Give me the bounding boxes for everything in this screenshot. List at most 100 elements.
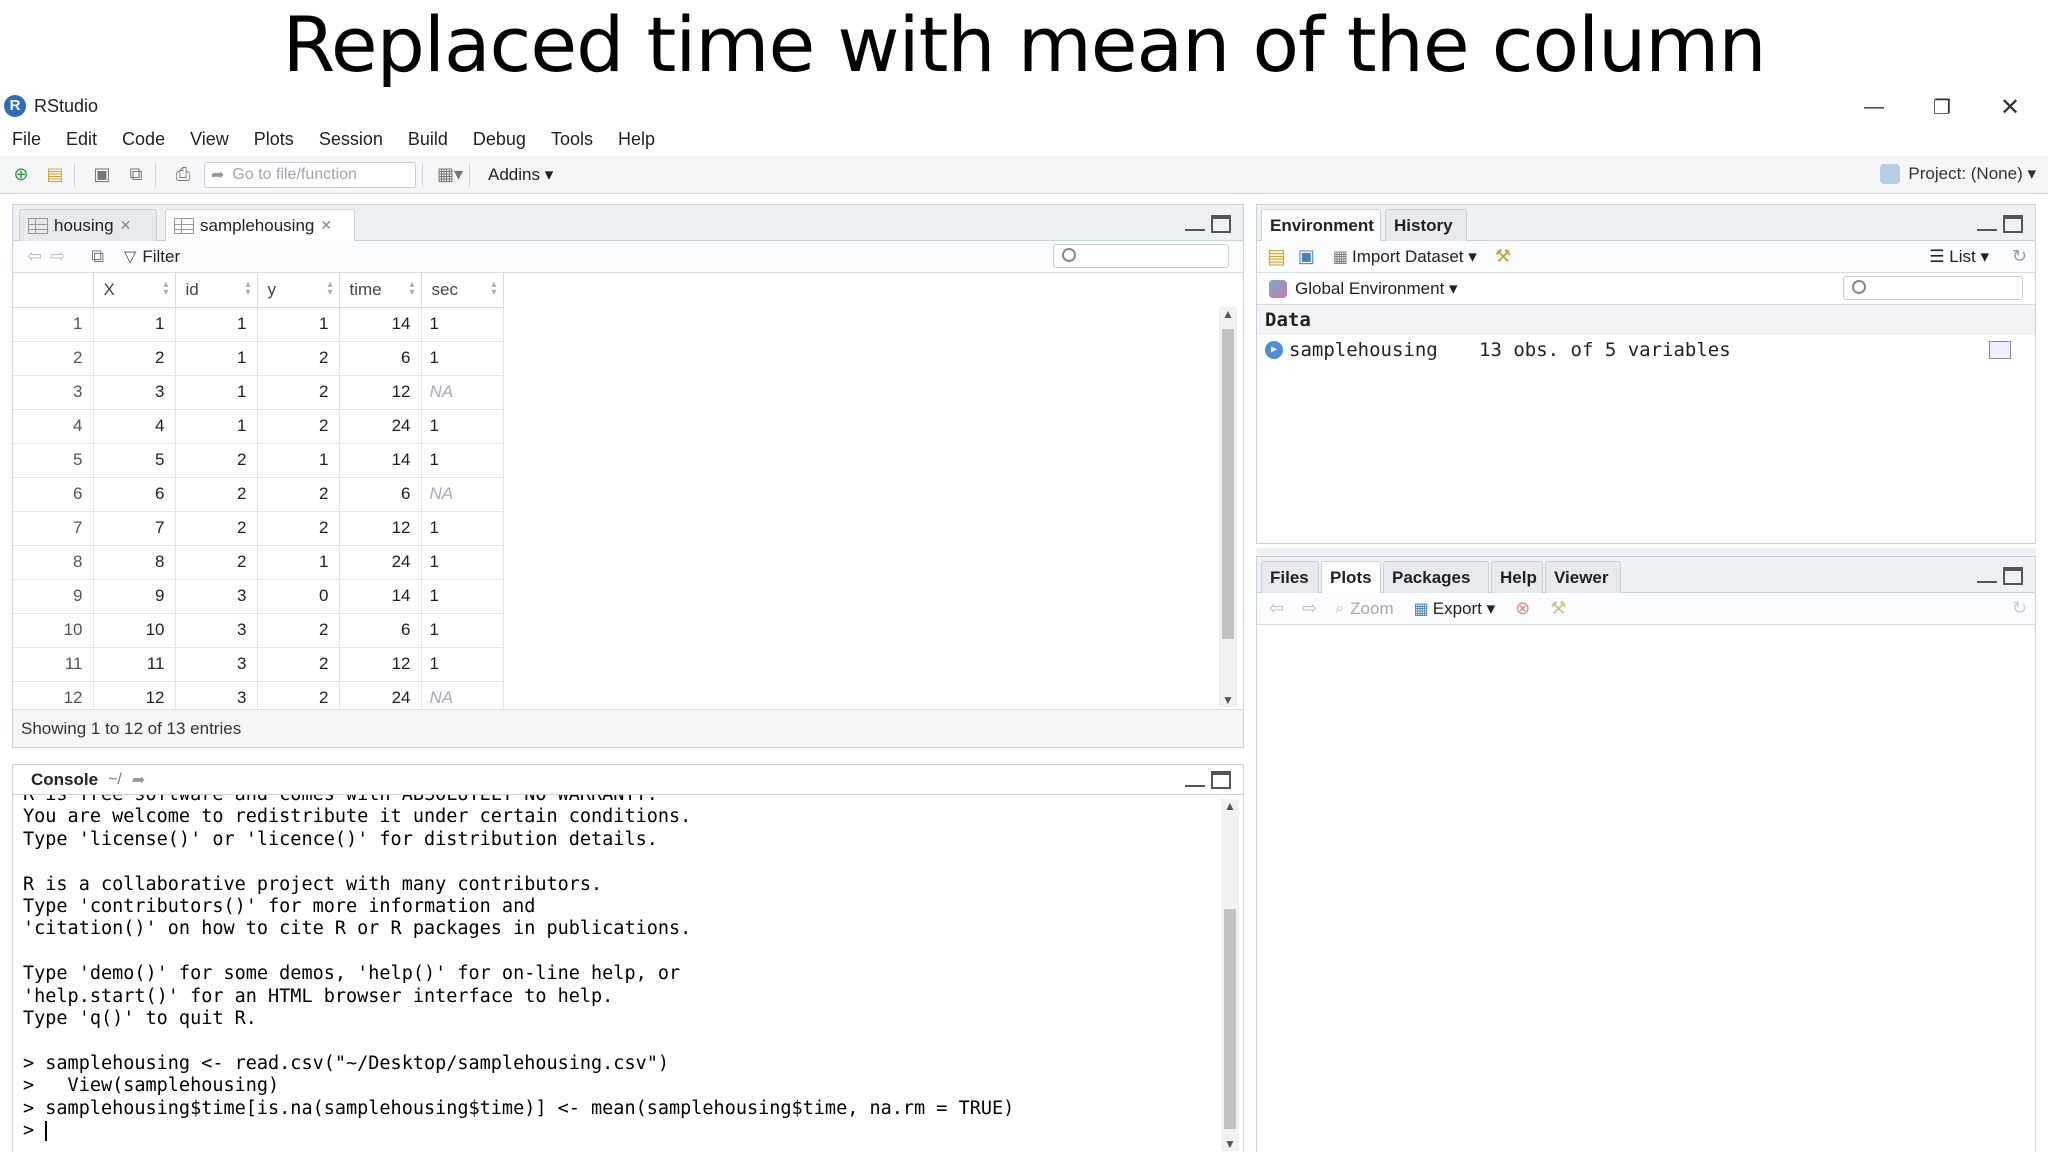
save-workspace-icon[interactable]: ▣ — [1298, 246, 1315, 267]
maximize-pane-icon[interactable] — [1211, 771, 1231, 789]
scroll-down-icon[interactable]: ▼ — [1219, 693, 1237, 707]
maximize-pane-icon[interactable] — [1211, 215, 1231, 233]
restore-icon[interactable]: ❐ — [1912, 90, 1972, 124]
global-environment-menu[interactable]: Global Environment ▾ — [1295, 279, 1458, 299]
list-view-menu[interactable]: ☰ List ▾ — [1929, 247, 1989, 267]
maximize-pane-icon[interactable] — [2003, 215, 2023, 233]
scroll-up-icon[interactable]: ▲ — [1221, 799, 1239, 813]
next-plot-icon[interactable]: ⇨ — [1302, 598, 1317, 619]
environment-item[interactable]: ▶ samplehousing 13 obs. of 5 variables — [1257, 335, 2035, 365]
menu-file[interactable]: File — [12, 129, 41, 150]
minimize-pane-icon[interactable] — [1977, 567, 1997, 583]
table-row[interactable]: 1 1 1 1 14 1 — [13, 307, 504, 342]
console-output[interactable]: R is free software and comes with ABSOLU… — [13, 795, 1243, 1151]
expand-icon[interactable]: ▶ — [1265, 341, 1283, 359]
refresh-icon[interactable]: ↻ — [2012, 246, 2027, 267]
table-row[interactable]: 6 6 2 2 6 NA — [13, 477, 504, 512]
environment-search-input[interactable] — [1843, 276, 2023, 300]
scroll-thumb[interactable] — [1224, 909, 1236, 1129]
goto-directory-icon[interactable]: ➦ — [132, 770, 145, 790]
tab-packages[interactable]: Packages — [1383, 561, 1489, 593]
table-row[interactable]: 5 5 2 1 14 1 — [13, 443, 504, 478]
table-cell: 14 — [339, 443, 422, 478]
menu-help[interactable]: Help — [618, 129, 655, 150]
tab-viewer[interactable]: Viewer — [1545, 561, 1621, 593]
print-icon[interactable]: ⎙ — [170, 162, 196, 188]
minimize-pane-icon[interactable] — [1185, 215, 1205, 231]
close-tab-icon[interactable]: ✕ — [320, 217, 332, 234]
table-row[interactable]: 4 4 1 2 24 1 — [13, 409, 504, 444]
tab-plots[interactable]: Plots — [1321, 561, 1381, 593]
export-menu[interactable]: Export ▾ — [1433, 599, 1495, 619]
tab-environment[interactable]: Environment — [1261, 209, 1381, 241]
minimize-icon[interactable]: — — [1844, 90, 1904, 124]
console-scrollbar[interactable]: ▲ ▼ — [1221, 799, 1239, 1151]
environment-icon — [1269, 279, 1287, 298]
menu-tools[interactable]: Tools — [551, 129, 593, 150]
menu-edit[interactable]: Edit — [66, 129, 97, 150]
refresh-icon[interactable]: ↻ — [2012, 598, 2027, 619]
import-dataset-button[interactable]: Import Dataset ▾ — [1352, 247, 1477, 267]
zoom-button[interactable]: Zoom — [1350, 599, 1393, 619]
open-folder-icon[interactable]: ▤ — [42, 162, 68, 188]
table-cell: 1 — [257, 545, 340, 580]
clear-broom-icon[interactable]: ⚒ — [1495, 246, 1511, 267]
table-row[interactable]: 11 11 3 2 12 1 — [13, 647, 504, 682]
forward-icon[interactable]: ⇨ — [50, 246, 65, 267]
table-row[interactable]: 12 12 3 2 24 NA — [13, 681, 504, 709]
filter-icon[interactable]: ▽ — [124, 247, 136, 267]
data-search-input[interactable] — [1053, 244, 1229, 268]
view-table-icon[interactable] — [1989, 341, 2011, 359]
data-scrollbar[interactable]: ▲ ▼ — [1219, 307, 1237, 707]
console-title[interactable]: Console — [31, 770, 98, 790]
menu-session[interactable]: Session — [319, 129, 383, 150]
minimize-pane-icon[interactable] — [1185, 771, 1205, 787]
scroll-down-icon[interactable]: ▼ — [1221, 1137, 1239, 1151]
project-icon — [1880, 164, 1901, 184]
column-header[interactable]: sec ▴ ▾ — [421, 273, 504, 308]
column-header[interactable]: y ▴ ▾ — [257, 273, 340, 308]
clear-plots-icon[interactable]: ⚒ — [1550, 598, 1566, 619]
remove-plot-icon[interactable]: ⊗ — [1515, 598, 1530, 619]
menu-debug[interactable]: Debug — [473, 129, 526, 150]
close-icon[interactable]: ✕ — [1980, 90, 2040, 124]
pane-splitter[interactable] — [1256, 548, 2036, 556]
tab-history[interactable]: History — [1385, 209, 1467, 241]
table-row[interactable]: 221261 — [13, 341, 504, 376]
goto-file-input[interactable]: ➦ Go to file/function — [204, 161, 416, 188]
table-row[interactable]: 9 9 3 0 14 1 — [13, 579, 504, 614]
popout-icon[interactable]: ⧉ — [91, 246, 104, 267]
menu-plots[interactable]: Plots — [254, 129, 294, 150]
table-row[interactable]: 8 8 2 1 24 1 — [13, 545, 504, 580]
menu-build[interactable]: Build — [408, 129, 448, 150]
load-workspace-icon[interactable]: ▤ — [1267, 244, 1286, 269]
tab-files[interactable]: Files — [1261, 561, 1319, 593]
new-file-icon[interactable]: ⊕ — [8, 162, 34, 188]
column-header[interactable]: X ▴ ▾ — [93, 273, 176, 308]
scroll-thumb[interactable] — [1222, 329, 1234, 639]
pane-layout-icon[interactable]: ▦▾ — [437, 162, 463, 188]
minimize-pane-icon[interactable] — [1977, 215, 1997, 231]
menu-view[interactable]: View — [190, 129, 229, 150]
filter-button[interactable]: Filter — [142, 247, 180, 267]
menu-code[interactable]: Code — [122, 129, 165, 150]
column-header[interactable]: time ▴ ▾ — [339, 273, 422, 308]
scroll-up-icon[interactable]: ▲ — [1219, 307, 1237, 321]
console-prompt[interactable]: > — [23, 1120, 1243, 1142]
save-all-icon[interactable]: ⧉ — [123, 162, 149, 188]
tab-help[interactable]: Help — [1491, 561, 1543, 593]
column-header[interactable]: id ▴ ▾ — [175, 273, 258, 308]
table-row[interactable]: 7 7 2 2 12 1 — [13, 511, 504, 546]
tab-samplehousing[interactable]: samplehousing ✕ — [165, 209, 355, 241]
table-cell: 1 — [421, 613, 504, 648]
back-icon[interactable]: ⇦ — [27, 246, 42, 267]
previous-plot-icon[interactable]: ⇦ — [1269, 598, 1284, 619]
project-menu[interactable]: Project: (None) ▾ — [1880, 164, 2036, 184]
addins-menu[interactable]: Addins ▾ — [488, 165, 553, 185]
table-row[interactable]: 3 3 1 2 12 NA — [13, 375, 504, 410]
maximize-pane-icon[interactable] — [2003, 567, 2023, 585]
save-icon[interactable]: ▣ — [89, 162, 115, 188]
tab-housing[interactable]: housing ✕ — [19, 209, 157, 241]
table-row[interactable]: 10 10 3 2 6 1 — [13, 613, 504, 648]
close-tab-icon[interactable]: ✕ — [120, 217, 132, 234]
